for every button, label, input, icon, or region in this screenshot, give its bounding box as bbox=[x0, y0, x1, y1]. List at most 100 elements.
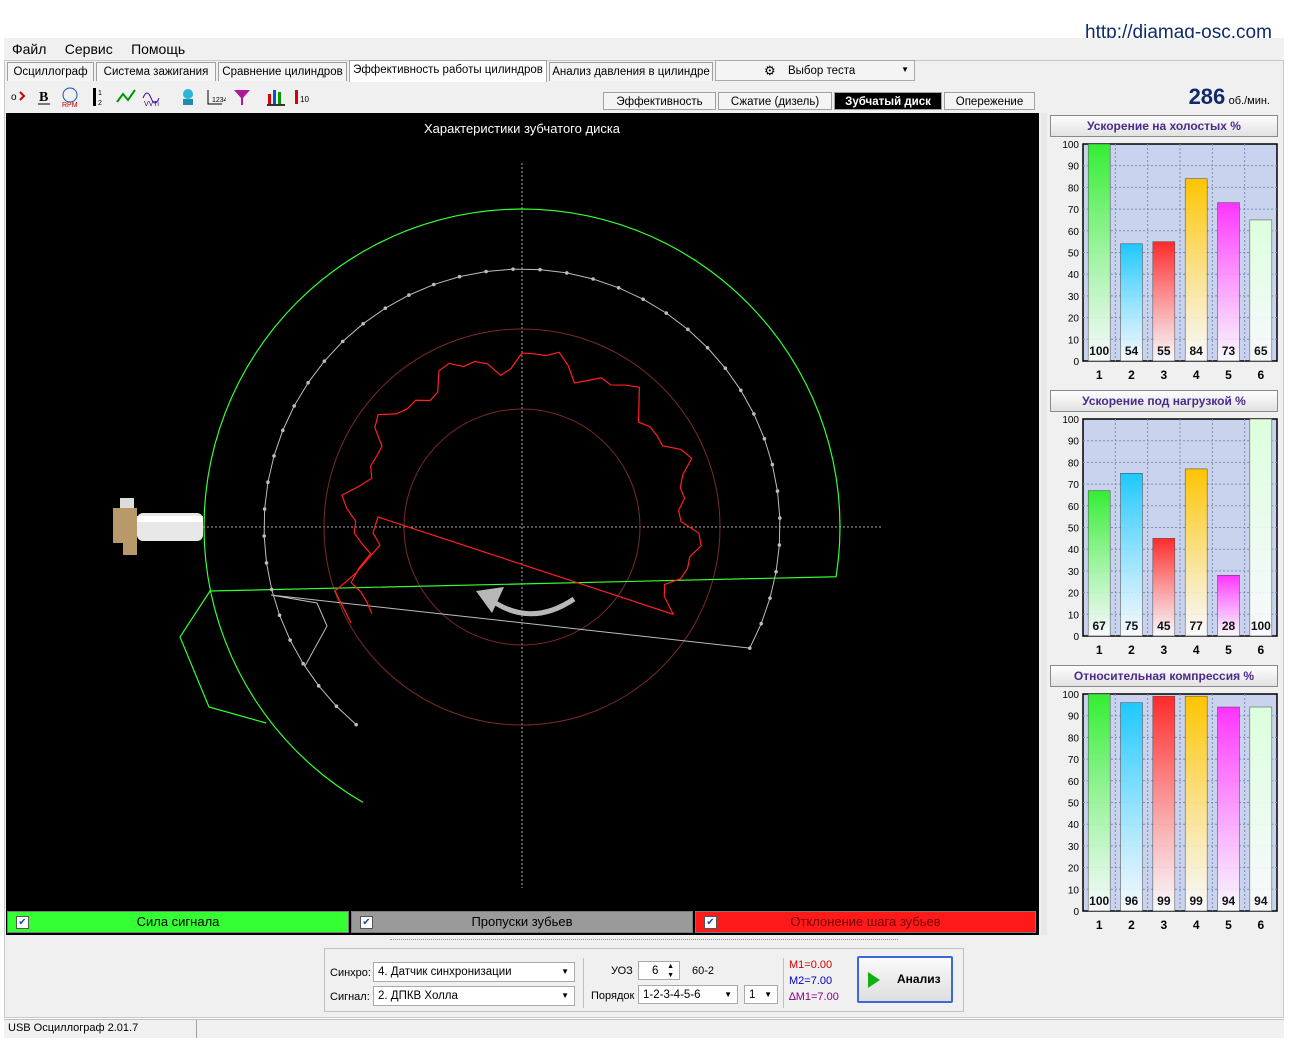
tooth-marker bbox=[277, 613, 282, 618]
menu-service[interactable]: Сервис bbox=[57, 38, 120, 57]
svg-text:RPM: RPM bbox=[62, 102, 78, 108]
vvti-icon[interactable]: VVTi bbox=[141, 86, 163, 108]
bar-value-label: 54 bbox=[1125, 344, 1139, 358]
x-tick-label: 1 bbox=[1096, 368, 1103, 382]
menu-help[interactable]: Помощь bbox=[123, 38, 192, 57]
bar-cylinder-6 bbox=[1249, 219, 1273, 362]
bar-cylinder-5 bbox=[1217, 706, 1240, 912]
tooth-marker bbox=[334, 704, 339, 709]
horizontal-splitter[interactable] bbox=[390, 939, 898, 946]
tab-cylinder-compare[interactable]: Сравнение цилиндров bbox=[218, 62, 347, 81]
subtab-efficiency[interactable]: Эффективность bbox=[603, 92, 716, 110]
bar-cylinder-6 bbox=[1249, 706, 1273, 912]
y-tick-label: 100 bbox=[1062, 690, 1079, 701]
dm1-value: ∆M1=7.00 bbox=[789, 991, 839, 1003]
tab-ignition[interactable]: Система зажигания bbox=[96, 62, 216, 81]
order-label: Порядок bbox=[591, 990, 635, 1002]
tooth-marker bbox=[288, 638, 292, 642]
marker-add-icon[interactable]: o bbox=[8, 86, 30, 108]
plot-title: Характеристики зубчатого диска bbox=[424, 121, 621, 136]
chevron-down-icon: ▼ bbox=[724, 990, 732, 999]
divider bbox=[583, 958, 584, 1008]
svg-text:2: 2 bbox=[98, 100, 102, 107]
tooth-marker bbox=[316, 684, 321, 688]
subtab-advance[interactable]: Опережение bbox=[944, 92, 1035, 110]
x-tick-label: 6 bbox=[1257, 368, 1264, 382]
tooth-marker bbox=[616, 285, 621, 290]
tooth-disk-plot: Характеристики зубчатого диска bbox=[6, 113, 1039, 935]
cylinder-order-icon[interactable]: 12 bbox=[91, 86, 113, 108]
tooth-marker bbox=[266, 480, 270, 484]
y-tick-label: 20 bbox=[1068, 864, 1080, 875]
svg-text:1: 1 bbox=[98, 90, 102, 97]
bar-cylinder-5 bbox=[1217, 202, 1240, 362]
waveform-icon[interactable] bbox=[115, 86, 137, 108]
numbering-icon[interactable]: 1234 bbox=[204, 86, 228, 108]
test-select-dropdown[interactable]: ⚙ Выбор теста ▼ bbox=[715, 60, 915, 81]
uoz-value: 6 bbox=[652, 965, 659, 977]
x-tick-label: 1 bbox=[1096, 643, 1103, 657]
tooth-marker bbox=[407, 293, 411, 297]
tooth-marker bbox=[361, 321, 365, 326]
subtab-compression-diesel[interactable]: Сжатие (дизель) bbox=[718, 92, 832, 110]
version-text: USB Осциллограф 2.01.7 bbox=[8, 1022, 139, 1034]
tooth-marker bbox=[431, 282, 436, 287]
menu-file[interactable]: Файл bbox=[4, 38, 53, 57]
tooth-marker bbox=[383, 306, 388, 311]
chart-title-compression: Относительная компрессия % bbox=[1050, 665, 1278, 687]
legend-tooth-gaps[interactable]: ✔ Пропуски зубьев bbox=[351, 911, 693, 933]
sync-dropdown[interactable]: 4. Датчик синхронизации ▼ bbox=[373, 962, 575, 982]
bold-icon[interactable]: B bbox=[33, 86, 55, 108]
y-tick-label: 70 bbox=[1068, 755, 1080, 766]
scale-10-icon[interactable]: 10 bbox=[292, 86, 314, 108]
tooth-marker bbox=[591, 277, 595, 281]
legend-signal-strength[interactable]: ✔ Сила сигнала bbox=[7, 911, 349, 933]
x-tick-label: 5 bbox=[1225, 643, 1232, 657]
subtab-tooth-disk[interactable]: Зубчатый диск bbox=[834, 92, 942, 110]
tooth-marker bbox=[301, 661, 306, 666]
bar-value-label: 94 bbox=[1254, 894, 1268, 908]
order-cylinder-dropdown[interactable]: 1 ▼ bbox=[744, 985, 778, 1004]
filter-icon[interactable] bbox=[231, 86, 253, 108]
tooth-marker bbox=[511, 267, 515, 271]
sensor-icon[interactable] bbox=[177, 86, 199, 108]
tab-cylinder-efficiency[interactable]: Эффективность работы цилиндров bbox=[349, 60, 547, 82]
bar-value-label: 96 bbox=[1125, 894, 1139, 908]
x-tick-label: 4 bbox=[1193, 918, 1200, 932]
bar-value-label: 100 bbox=[1251, 619, 1271, 633]
test-select-label: Выбор теста bbox=[788, 65, 856, 77]
analyze-button[interactable]: Анализ bbox=[857, 956, 953, 1003]
uoz-stepper[interactable]: 6 ▲ ▼ bbox=[638, 961, 680, 980]
order-value: 1-2-3-4-5-6 bbox=[643, 989, 701, 1001]
order-dropdown[interactable]: 1-2-3-4-5-6 ▼ bbox=[638, 985, 738, 1004]
stepper-arrows-icon[interactable]: ▲ ▼ bbox=[667, 962, 674, 980]
signal-dropdown[interactable]: 2. ДПКВ Холла ▼ bbox=[373, 986, 575, 1006]
bar-cylinder-2 bbox=[1120, 473, 1143, 637]
svg-text:10: 10 bbox=[300, 95, 309, 104]
bar-chart-icon[interactable] bbox=[265, 86, 287, 108]
y-tick-label: 40 bbox=[1068, 545, 1080, 556]
tooth-marker bbox=[778, 516, 782, 520]
tooth-disk-svg: Характеристики зубчатого диска bbox=[113, 121, 883, 888]
y-tick-label: 0 bbox=[1073, 632, 1079, 643]
y-tick-label: 50 bbox=[1068, 799, 1080, 810]
y-tick-label: 90 bbox=[1068, 712, 1080, 723]
x-tick-label: 2 bbox=[1128, 368, 1135, 382]
tab-pressure-analysis[interactable]: Анализ давления в цилиндре bbox=[549, 62, 713, 81]
x-tick-label: 6 bbox=[1257, 643, 1264, 657]
tab-oscilloscope[interactable]: Осциллограф bbox=[7, 62, 94, 81]
checkbox-icon[interactable]: ✔ bbox=[16, 916, 29, 929]
checkbox-icon[interactable]: ✔ bbox=[360, 916, 373, 929]
legend-pitch-deviation[interactable]: ✔ Отклонение шага зубьев bbox=[695, 911, 1036, 933]
tooth-marker bbox=[762, 436, 767, 441]
bar-value-label: 73 bbox=[1222, 344, 1236, 358]
bar-cylinder-1 bbox=[1087, 490, 1111, 637]
sync-value: 4. Датчик синхронизации bbox=[378, 966, 512, 978]
checkbox-icon[interactable]: ✔ bbox=[704, 916, 717, 929]
y-tick-label: 10 bbox=[1068, 610, 1080, 621]
bar-cylinder-2 bbox=[1120, 702, 1143, 912]
test-select-icon: ⚙ bbox=[764, 63, 776, 78]
rpm-icon[interactable]: RPM bbox=[59, 86, 81, 109]
tooth-marker bbox=[641, 297, 645, 301]
y-tick-label: 70 bbox=[1068, 480, 1080, 491]
